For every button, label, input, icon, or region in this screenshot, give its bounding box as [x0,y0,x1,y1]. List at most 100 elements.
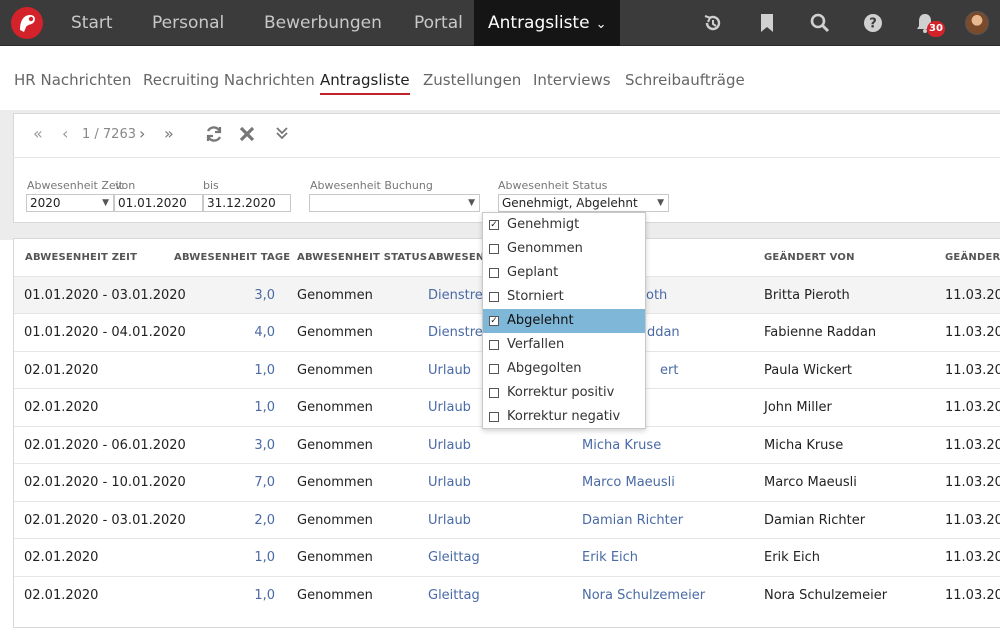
status-option-label: Abgegolten [507,361,582,376]
previous-page-icon[interactable]: ‹ [62,124,68,143]
subnav-interviews[interactable]: Interviews [533,71,611,89]
status-option-abgegolten[interactable]: Abgegolten [483,357,645,381]
toolbar-divider [13,157,1000,158]
date-to-field[interactable]: 31.12.2020 [203,194,291,212]
status-option-abgelehnt[interactable]: ✓ Abgelehnt [483,309,645,333]
cell-zeit: 02.01.2020 [24,588,99,603]
status-option-label: Verfallen [507,337,565,352]
nav-bewerbungen[interactable]: Bewerbungen [264,0,382,46]
cell-tage[interactable]: 4,0 [235,325,275,340]
cell-geaendert-von: Marco Maeusli [764,475,857,490]
first-page-icon[interactable]: « [33,124,43,143]
status-option-genehmigt[interactable]: ✓ Genehmigt [483,213,645,237]
cell-buchung[interactable]: Urlaub [428,475,471,490]
last-page-icon[interactable]: » [164,124,174,143]
year-select-value: 2020 [30,196,61,210]
checkbox-unchecked-icon[interactable] [489,268,499,278]
col-header-status[interactable]: ABWESENHEIT STATUS [297,252,427,263]
nav-personal[interactable]: Personal [152,0,224,46]
status-select-value: Genehmigt, Abgelehnt [502,196,638,210]
cell-person[interactable]: Micha Kruse [582,438,661,453]
nav-portal[interactable]: Portal [414,0,463,46]
table-row[interactable]: 02.01.2020 - 10.01.2020 7,0 Genommen Urlaub… [14,463,1000,501]
filter-von-label: von [115,179,136,192]
checkbox-unchecked-icon[interactable] [489,388,499,398]
date-from-value: 01.01.2020 [118,196,187,210]
refresh-icon[interactable] [204,124,224,144]
subnav-hr-nachrichten[interactable]: HR Nachrichten [14,71,131,89]
next-page-icon[interactable]: › [139,124,145,143]
checkbox-unchecked-icon[interactable] [489,340,499,350]
cell-tage[interactable]: 3,0 [235,288,275,303]
col-header-zeit[interactable]: ABWESENHEIT ZEIT [25,252,137,263]
col-header-tage[interactable]: ABWESENHEIT TAGE [174,252,290,263]
status-option-storniert[interactable]: Storniert [483,285,645,309]
clear-filter-icon[interactable] [239,126,255,142]
col-header-geaendert-von[interactable]: GEÄNDERT VON [764,252,855,263]
subnav-recruiting-nachrichten[interactable]: Recruiting Nachrichten [143,71,315,89]
status-option-genommen[interactable]: Genommen [483,237,645,261]
app-logo-icon[interactable] [11,7,43,39]
chevron-down-icon: ▼ [468,198,475,208]
search-icon[interactable] [809,12,831,34]
checkbox-unchecked-icon[interactable] [489,412,499,422]
table-row[interactable]: 02.01.2020 - 03.01.2020 2,0 Genommen Urlaub… [14,501,1000,539]
top-navigation-bar: Start Personal Bewerbungen Portal Antrag… [0,0,1000,46]
cell-zeit: 02.01.2020 - 03.01.2020 [24,513,186,528]
checkbox-unchecked-icon[interactable] [489,244,499,254]
col-header-geaendert[interactable]: GEÄNDERT [945,252,1000,263]
checkbox-checked-icon[interactable]: ✓ [489,316,499,326]
history-icon[interactable] [702,12,724,34]
cell-buchung[interactable]: Gleittag [428,588,480,603]
cell-zeit: 02.01.2020 [24,550,99,565]
table-row[interactable]: 02.01.2020 1,0 Genommen Gleittag Nora Schulz… [14,576,1000,614]
cell-buchung[interactable]: Urlaub [428,513,471,528]
year-select[interactable]: 2020 ▼ [26,194,114,212]
user-avatar[interactable] [965,11,989,35]
status-option-label: Storniert [507,289,564,304]
subnav-zustellungen[interactable]: Zustellungen [423,71,521,89]
status-option-label: Genehmigt [507,217,580,232]
cell-tage[interactable]: 1,0 [235,400,275,415]
cell-person[interactable]: Damian Richter [582,513,683,528]
table-row[interactable]: 02.01.2020 1,0 Genommen Gleittag Erik Eich Er… [14,538,1000,576]
cell-tage[interactable]: 3,0 [235,438,275,453]
status-option-korrektur-positiv[interactable]: Korrektur positiv [483,381,645,405]
cell-buchung[interactable]: Urlaub [428,400,471,415]
date-from-field[interactable]: 01.01.2020 [114,194,203,212]
cell-person[interactable]: ert [660,363,678,378]
status-option-verfallen[interactable]: Verfallen [483,333,645,357]
cell-tage[interactable]: 1,0 [235,363,275,378]
subnav-schreibauftraege[interactable]: Schreibaufträge [625,71,745,89]
status-option-geplant[interactable]: Geplant [483,261,645,285]
cell-person[interactable]: Marco Maeusli [582,475,675,490]
table-row[interactable]: 02.01.2020 - 06.01.2020 3,0 Genommen Urlaub… [14,426,1000,464]
status-select[interactable]: Genehmigt, Abgelehnt ▼ [498,194,669,212]
buchung-select[interactable]: ▼ [309,194,480,212]
cell-zeit: 02.01.2020 [24,363,99,378]
cell-geaendert-von: Erik Eich [764,550,821,565]
cell-tage[interactable]: 2,0 [235,513,275,528]
nav-antragsliste[interactable]: Antragsliste ⌄ [474,0,621,46]
status-option-korrektur-negativ[interactable]: Korrektur negativ [483,405,645,429]
cell-person[interactable]: oth [646,288,667,303]
bookmark-icon[interactable] [756,12,778,34]
subnav-antragsliste[interactable]: Antragsliste [320,71,410,95]
expand-filters-icon[interactable] [274,125,290,141]
cell-buchung[interactable]: Urlaub [428,363,471,378]
cell-zeit: 02.01.2020 [24,400,99,415]
checkbox-unchecked-icon[interactable] [489,292,499,302]
cell-person[interactable]: Nora Schulzemeier [582,588,705,603]
cell-tage[interactable]: 1,0 [235,550,275,565]
cell-buchung[interactable]: Urlaub [428,438,471,453]
cell-tage[interactable]: 7,0 [235,475,275,490]
help-icon[interactable]: ? [862,12,884,34]
cell-geaendert: 11.03.20 [945,475,1000,490]
cell-buchung[interactable]: Gleittag [428,550,480,565]
cell-tage[interactable]: 1,0 [235,588,275,603]
cell-person[interactable]: Erik Eich [582,550,638,565]
cell-status: Genommen [297,550,373,565]
checkbox-checked-icon[interactable]: ✓ [489,220,499,230]
nav-start[interactable]: Start [71,0,113,46]
checkbox-unchecked-icon[interactable] [489,364,499,374]
